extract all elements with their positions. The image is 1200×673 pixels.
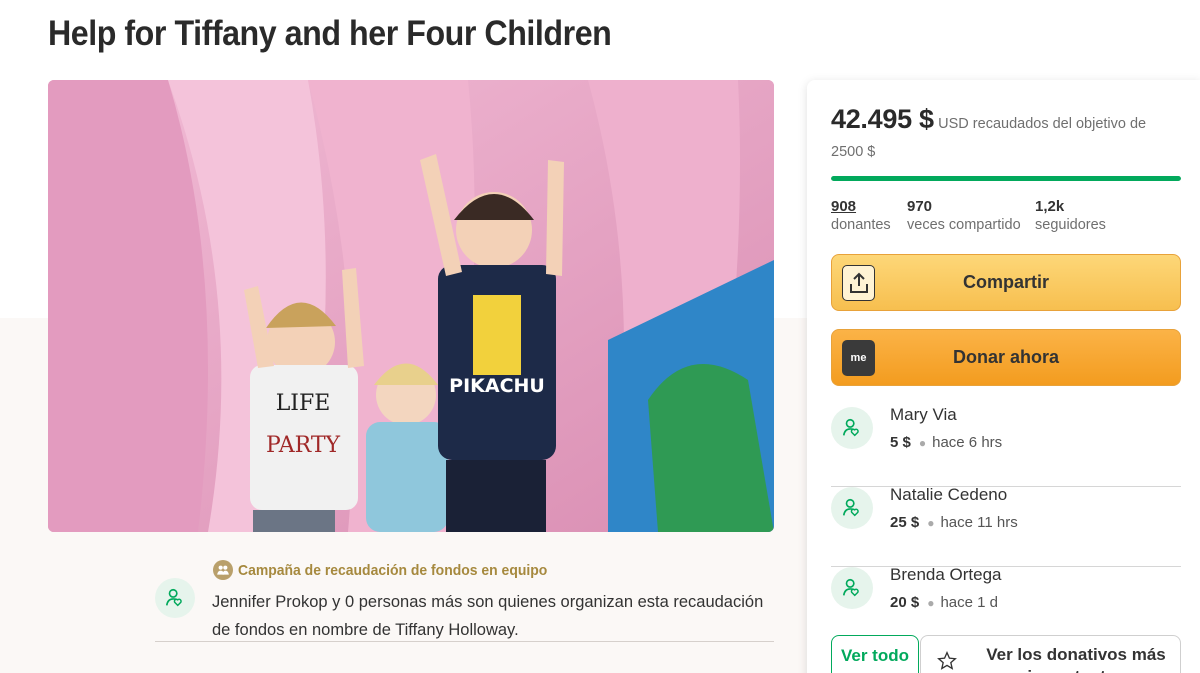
top-donations-button[interactable]: Ver los donativos más importantes bbox=[920, 635, 1181, 673]
donor-avatar bbox=[831, 567, 873, 609]
team-fundraiser-label: Campaña de recaudación de fondos en equi… bbox=[238, 561, 548, 579]
donor-name: Mary Via bbox=[890, 405, 957, 424]
stat-donors-label: donantes bbox=[831, 217, 891, 233]
organizer-avatar[interactable] bbox=[155, 578, 195, 618]
hero-photo: LIFE PARTY PIKACHU bbox=[48, 80, 774, 532]
donor-amount: 5 $ bbox=[890, 434, 911, 451]
star-icon bbox=[937, 651, 957, 673]
stat-shares-value: 970 bbox=[907, 198, 933, 215]
progress-bar bbox=[831, 176, 1181, 181]
svg-text:LIFE: LIFE bbox=[276, 391, 331, 416]
stat-followers-label: seguidores bbox=[1035, 217, 1106, 233]
stat-donors-value: 908 bbox=[831, 198, 857, 215]
donor-amount: 25 $ bbox=[890, 514, 920, 531]
separator-dot: ● bbox=[927, 596, 935, 610]
donor-time: hace 6 hrs bbox=[932, 434, 1003, 451]
svg-text:PIKACHU: PIKACHU bbox=[449, 375, 545, 397]
campaign-hero-image[interactable]: LIFE PARTY PIKACHU bbox=[48, 80, 774, 532]
donor-avatar bbox=[831, 407, 873, 449]
donate-me-icon: me bbox=[842, 340, 875, 376]
donation-panel: 42.495 $ USD recaudados del objetivo de … bbox=[807, 80, 1200, 673]
svg-text:PARTY: PARTY bbox=[266, 433, 341, 458]
stat-shares-label: veces compartido bbox=[907, 217, 1021, 233]
donate-icon-text: me bbox=[850, 352, 867, 364]
donor-item: Natalie Cedeno 25 $ ● hace 11 hrs bbox=[831, 485, 1181, 567]
stat-followers: 1,2k seguidores bbox=[1035, 198, 1106, 234]
team-icon bbox=[213, 560, 233, 580]
stat-shares: 970 veces compartido bbox=[907, 198, 1021, 234]
separator-dot: ● bbox=[927, 516, 935, 530]
donor-meta: 5 $ ● hace 6 hrs bbox=[890, 434, 1002, 451]
team-fundraiser-line: Campaña de recaudación de fondos en equi… bbox=[213, 560, 571, 580]
organizer-section: Campaña de recaudación de fondos en equi… bbox=[155, 558, 774, 642]
separator-dot: ● bbox=[918, 436, 927, 450]
stat-donors[interactable]: 908 donantes bbox=[831, 198, 891, 234]
donate-button[interactable]: me Donar ahora bbox=[831, 329, 1181, 386]
progress-fill bbox=[831, 176, 1181, 181]
raised-summary: 42.495 $ USD recaudados del objetivo de … bbox=[831, 105, 1161, 166]
donor-meta: 20 $ ● hace 1 d bbox=[890, 594, 998, 611]
donate-label: Donar ahora bbox=[952, 347, 1060, 367]
share-icon bbox=[842, 265, 875, 301]
donor-heart-icon bbox=[165, 588, 182, 607]
organizer-description: Jennifer Prokop y 0 personas más son qui… bbox=[212, 593, 764, 639]
donor-heart-icon bbox=[842, 498, 859, 517]
donor-avatar bbox=[831, 487, 873, 529]
page-title: Help for Tiffany and her Four Children bbox=[48, 14, 612, 53]
raised-amount: 42.495 $ bbox=[831, 104, 934, 134]
donor-meta: 25 $ ● hace 11 hrs bbox=[890, 514, 1018, 531]
share-label: Compartir bbox=[962, 272, 1049, 292]
donor-item: Mary Via 5 $ ● hace 6 hrs bbox=[831, 405, 1181, 487]
see-all-button[interactable]: Ver todo bbox=[831, 635, 919, 673]
donor-name: Brenda Ortega bbox=[890, 565, 1002, 584]
donor-time: hace 1 d bbox=[940, 594, 998, 611]
donor-time: hace 11 hrs bbox=[940, 514, 1018, 531]
donor-heart-icon bbox=[842, 418, 859, 437]
donor-name: Natalie Cedeno bbox=[890, 485, 1008, 504]
donor-amount: 20 $ bbox=[890, 594, 920, 611]
share-button[interactable]: Compartir bbox=[831, 254, 1181, 311]
top-donations-label: Ver los donativos más importantes bbox=[986, 645, 1166, 673]
stat-followers-value: 1,2k bbox=[1035, 198, 1065, 215]
donor-heart-icon bbox=[842, 578, 859, 597]
